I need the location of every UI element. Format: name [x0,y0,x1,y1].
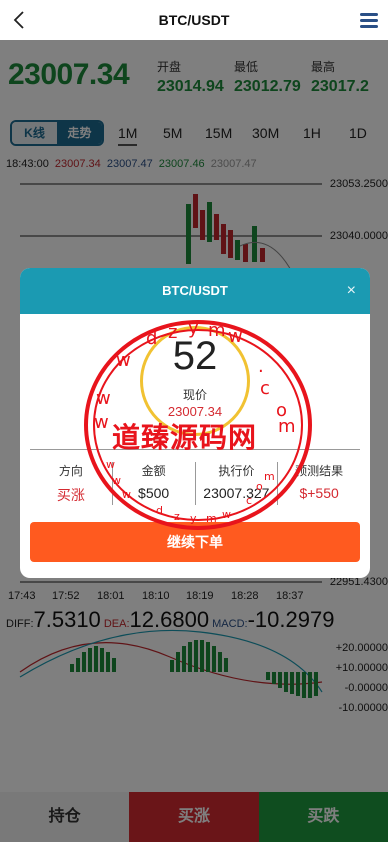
svg-text:z: z [168,322,177,343]
page-title: BTC/USDT [158,12,230,28]
modal-title: BTC/USDT [162,283,228,298]
svg-text:d: d [146,328,157,349]
close-icon[interactable]: × [347,268,356,314]
svg-text:m: m [208,320,226,341]
svg-text:y: y [188,318,199,339]
svg-text:w: w [112,474,121,487]
svg-text:c: c [246,494,252,507]
svg-text:d: d [156,504,163,517]
svg-text:w: w [94,412,109,433]
modal-header: BTC/USDT × [20,268,370,314]
menu-icon[interactable] [360,13,378,29]
svg-text:w: w [116,350,131,371]
app-header: BTC/USDT [0,0,388,40]
svg-text:y: y [190,512,197,525]
svg-text:w: w [122,488,131,501]
svg-text:z: z [174,510,180,523]
svg-text:w: w [228,326,243,347]
svg-text:o: o [256,480,263,493]
svg-text:m: m [264,470,275,483]
svg-text:w: w [222,508,231,521]
svg-text:m: m [206,512,217,525]
svg-text:w: w [96,388,111,409]
svg-text:w: w [106,458,115,471]
svg-text:c: c [260,378,270,399]
watermark-text: 道臻源码网 [112,422,258,453]
svg-text:m: m [278,416,296,437]
svg-text:.: . [258,356,264,377]
